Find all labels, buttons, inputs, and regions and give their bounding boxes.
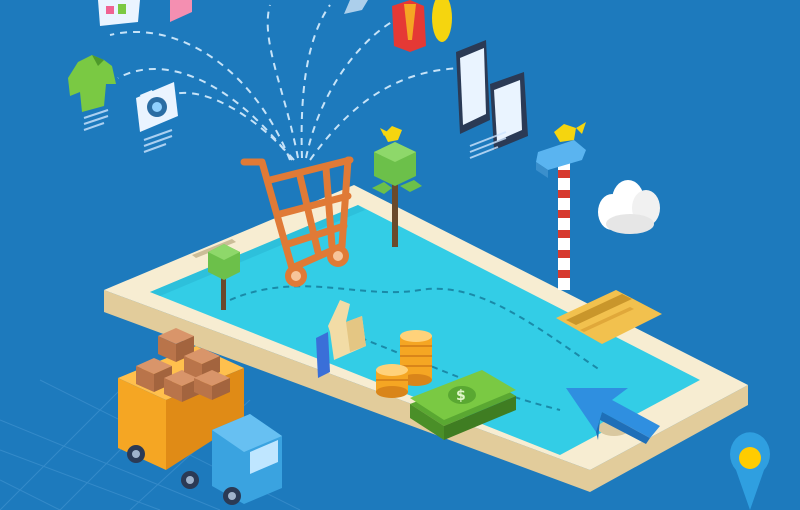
ecommerce-illustration: $ <box>0 0 800 510</box>
svg-text:$: $ <box>456 388 466 404</box>
tablet-icon <box>456 40 490 134</box>
